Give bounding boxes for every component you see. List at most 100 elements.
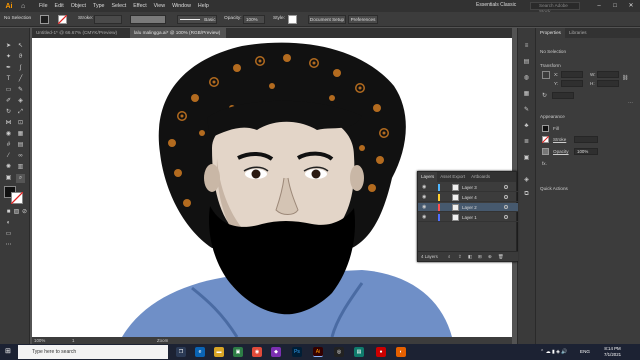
selection-tool-icon[interactable]: ➤ bbox=[4, 42, 13, 51]
menu-edit[interactable]: Edit bbox=[55, 3, 64, 9]
app2-icon[interactable]: ◎ bbox=[334, 347, 344, 357]
layers-panel-icon[interactable]: ◈ bbox=[522, 176, 531, 185]
line-tool-icon[interactable]: ╱ bbox=[16, 75, 25, 84]
stroke-panel-icon[interactable]: ≣ bbox=[522, 138, 531, 147]
new-sublayer-icon[interactable]: ⊞ bbox=[478, 252, 482, 262]
eyedropper-icon[interactable]: ⁄ bbox=[4, 152, 13, 161]
layer-row[interactable]: ◉ Layer 2 bbox=[418, 203, 518, 212]
menu-file[interactable]: File bbox=[39, 3, 48, 9]
edit-toolbar-icon[interactable]: ⋯ bbox=[4, 241, 13, 250]
graph-tool-icon[interactable]: ▥ bbox=[16, 163, 25, 172]
magic-wand-icon[interactable]: ✦ bbox=[4, 53, 13, 62]
layer-name[interactable]: Layer 1 bbox=[462, 213, 477, 222]
menu-view[interactable]: View bbox=[154, 3, 165, 9]
tab-untitled[interactable]: Untitled-1* @ 66.67% (CMYK/Preview) bbox=[32, 28, 128, 38]
tab-layers[interactable]: Layers bbox=[418, 172, 438, 182]
width-tool-icon[interactable]: ⋈ bbox=[4, 119, 13, 128]
fill-swatch[interactable] bbox=[40, 15, 49, 24]
rotate-tool-icon[interactable]: ↻ bbox=[4, 108, 13, 117]
stroke-label-panel[interactable]: Stroke bbox=[553, 137, 566, 142]
stroke-swatch-panel[interactable] bbox=[542, 136, 549, 143]
constrain-proportions-icon[interactable]: ⛓ bbox=[622, 75, 628, 81]
visibility-icon[interactable]: ◉ bbox=[422, 183, 426, 192]
layer-row[interactable]: ◉ Layer 3 bbox=[418, 183, 518, 192]
shaper-tool-icon[interactable]: ✐ bbox=[4, 97, 13, 106]
zoom-level[interactable]: 100% bbox=[34, 338, 45, 343]
symbols-panel-icon[interactable]: ♣ bbox=[522, 122, 531, 131]
artboard-tool-icon[interactable]: ▣ bbox=[4, 174, 13, 183]
target-icon[interactable] bbox=[504, 185, 508, 189]
tab-asset-export[interactable]: Asset Export bbox=[437, 172, 468, 182]
maximize-icon[interactable]: □ bbox=[609, 0, 621, 12]
firefox-icon[interactable]: ◐ bbox=[396, 347, 406, 357]
target-icon[interactable] bbox=[504, 195, 508, 199]
new-layer-icon[interactable]: ⊕ bbox=[488, 252, 492, 262]
target-icon[interactable] bbox=[504, 205, 508, 209]
lasso-icon[interactable]: ϑ bbox=[16, 53, 25, 62]
perspective-grid-icon[interactable]: ▦ bbox=[16, 130, 25, 139]
rotate-icon[interactable]: ↻ bbox=[542, 92, 550, 100]
graphic-style-swatch[interactable] bbox=[288, 15, 297, 24]
edge-icon[interactable]: e bbox=[195, 347, 205, 357]
paintbrush-icon[interactable]: ✎ bbox=[16, 86, 25, 95]
photoshop-icon[interactable]: Ps bbox=[292, 347, 302, 357]
h-field[interactable] bbox=[597, 80, 619, 87]
tray-icons[interactable]: ⌃ ☁ ▮ ◈ 🔊 bbox=[540, 349, 568, 355]
app3-icon[interactable]: ▤ bbox=[354, 347, 364, 357]
stock-search-input[interactable]: Search Adobe Stock bbox=[530, 2, 580, 14]
tab-properties[interactable]: Properties bbox=[536, 28, 565, 38]
chrome-icon[interactable]: ◉ bbox=[252, 347, 262, 357]
pen-tool-icon[interactable]: ✒ bbox=[4, 64, 13, 73]
draw-mode-icon[interactable]: ◐ bbox=[4, 219, 13, 228]
more-options-icon[interactable]: ⋯ bbox=[628, 100, 634, 106]
visibility-icon[interactable]: ◉ bbox=[422, 193, 426, 202]
illustrator-taskbar-icon[interactable]: Ai bbox=[313, 347, 323, 357]
task-view-icon[interactable]: ❐ bbox=[176, 347, 186, 357]
gradient-panel-icon[interactable]: ▣ bbox=[522, 154, 531, 163]
visibility-icon[interactable]: ◉ bbox=[422, 213, 426, 222]
store-icon[interactable]: ▣ bbox=[233, 347, 243, 357]
workspace-switcher[interactable]: Essentials Classic bbox=[476, 2, 516, 8]
zoom-tool-icon[interactable]: ⌕ bbox=[16, 174, 25, 183]
y-field[interactable] bbox=[561, 80, 583, 87]
app4-icon[interactable]: ● bbox=[376, 347, 386, 357]
menu-select[interactable]: Select bbox=[111, 3, 126, 9]
screen-mode-icon[interactable]: ▭ bbox=[4, 230, 13, 239]
document-setup-button[interactable]: Document Setup bbox=[308, 15, 346, 24]
fx-button[interactable]: fx. bbox=[542, 161, 547, 166]
visibility-icon[interactable]: ◉ bbox=[422, 203, 426, 212]
curvature-tool-icon[interactable]: ∫ bbox=[16, 64, 25, 73]
close-icon[interactable]: ✕ bbox=[625, 0, 637, 12]
symbol-sprayer-icon[interactable]: ✺ bbox=[4, 163, 13, 172]
brushes-panel-icon[interactable]: ✎ bbox=[522, 106, 531, 115]
opacity-field[interactable]: 100% bbox=[243, 15, 265, 24]
layer-name[interactable]: Layer 4 bbox=[462, 193, 477, 202]
layer-name[interactable]: Layer 3 bbox=[462, 183, 477, 192]
direct-selection-tool-icon[interactable]: ↖ bbox=[16, 42, 25, 51]
blend-tool-icon[interactable]: ∞ bbox=[16, 152, 25, 161]
layer-name[interactable]: Layer 2 bbox=[462, 203, 477, 212]
opacity-field-panel[interactable]: 100% bbox=[574, 148, 598, 155]
free-transform-icon[interactable]: ⊡ bbox=[16, 119, 25, 128]
opacity-label-panel[interactable]: Opacity bbox=[553, 149, 569, 154]
clipping-mask-icon[interactable]: ◧ bbox=[468, 252, 472, 262]
reference-point-icon[interactable] bbox=[542, 71, 550, 79]
export-icon[interactable]: ⇪ bbox=[458, 252, 462, 262]
menu-object[interactable]: Object bbox=[71, 3, 86, 9]
type-tool-icon[interactable]: T bbox=[4, 75, 13, 84]
tab-artboards[interactable]: Artboards bbox=[468, 172, 493, 182]
eraser-icon[interactable]: ◈ bbox=[16, 97, 25, 106]
scale-tool-icon[interactable]: ⤢ bbox=[16, 108, 25, 117]
w-field[interactable] bbox=[597, 71, 619, 78]
swatches-panel-icon[interactable]: ▦ bbox=[522, 90, 531, 99]
language-indicator[interactable]: ENG bbox=[580, 349, 590, 354]
stroke-weight-field[interactable] bbox=[574, 136, 598, 143]
mesh-tool-icon[interactable]: # bbox=[4, 141, 13, 150]
artboard-number[interactable]: 1 bbox=[72, 338, 74, 343]
shape-builder-icon[interactable]: ◉ bbox=[4, 130, 13, 139]
home-icon[interactable]: ⌂ bbox=[21, 3, 31, 10]
x-field[interactable] bbox=[561, 71, 583, 78]
properties-panel-icon[interactable]: ≡ bbox=[522, 42, 531, 51]
fill-swatch-panel[interactable] bbox=[542, 125, 549, 132]
rectangle-tool-icon[interactable]: ▭ bbox=[4, 86, 13, 95]
